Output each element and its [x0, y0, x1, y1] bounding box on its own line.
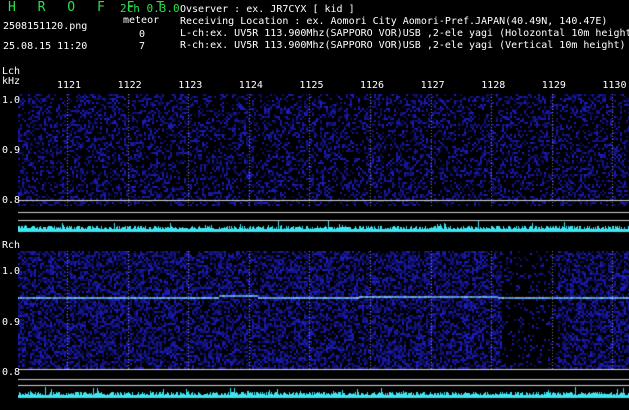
observer-info: Ovserver : ex. JR7CYX [ kid ] [180, 4, 355, 15]
lch-freq-tick: 0.8 [2, 195, 21, 206]
time-tick-label: 1123 [178, 80, 203, 91]
rch-spectrogram [18, 251, 629, 399]
rch-freq-tick: 1.0 [2, 266, 21, 277]
rch-freq-tick: 0.8 [2, 367, 21, 378]
rch-freq-tick: 0.9 [2, 317, 21, 328]
rch-meteor-count: 7 [139, 41, 146, 52]
rch-spectrogram-canvas [18, 251, 629, 399]
time-tick-label: 1129 [541, 80, 566, 91]
lch-info: L-ch:ex. UV5R 113.900Mhz(SAPPORO VOR)USB… [180, 28, 629, 39]
time-tick-label: 1121 [57, 80, 82, 91]
rch-info: R-ch:ex. UV5R 113.900Mhz(SAPPORO VOR)USB… [180, 40, 626, 51]
lch-spectrogram [18, 94, 629, 234]
lch-freq-tick: 1.0 [2, 95, 21, 106]
time-tick-label: 1126 [360, 80, 385, 91]
time-tick-label: 1122 [117, 80, 142, 91]
time-tick-label: 1130 [602, 80, 627, 91]
rch-label: Rch [2, 240, 21, 251]
time-tick-label: 1127 [420, 80, 445, 91]
time-tick-label: 1124 [238, 80, 263, 91]
unit-label: kHz [2, 76, 21, 87]
lch-meteor-count: 0 [139, 29, 146, 40]
meteor-count-label: meteor [123, 15, 160, 26]
location-info: Receiving Location : ex. Aomori City Aom… [180, 16, 608, 27]
version-label: 2ch 0.3.0 [120, 2, 180, 15]
datetime-label: 25.08.15 11:20 [3, 41, 88, 52]
lch-spectrogram-canvas [18, 94, 629, 234]
time-tick-label: 1125 [299, 80, 324, 91]
filename-label: 2508151120.png [3, 21, 88, 32]
lch-freq-tick: 0.9 [2, 145, 21, 156]
time-tick-label: 1128 [481, 80, 506, 91]
